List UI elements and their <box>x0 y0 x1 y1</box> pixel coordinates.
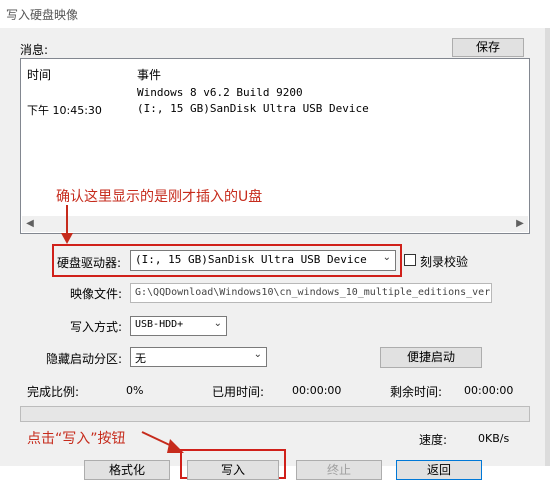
image-file-label: 映像文件: <box>70 287 123 301</box>
drive-label: 硬盘驱动器: <box>57 256 122 270</box>
column-header-event: 事件 <box>137 68 162 82</box>
window-title: 写入硬盘映像 <box>6 8 79 22</box>
arrow-down-icon <box>61 205 73 244</box>
elapsed-label: 已用时间: <box>212 385 265 399</box>
write-button[interactable]: 写入 <box>187 460 279 480</box>
ratio-value: 0% <box>126 384 144 397</box>
elapsed-value: 00:00:00 <box>292 384 342 397</box>
remaining-value: 00:00:00 <box>464 384 514 397</box>
back-button[interactable]: 返回 <box>396 460 482 480</box>
message-log[interactable]: 时间 事件 Windows 8 v6.2 Build 9200 下午 10:45… <box>20 58 530 234</box>
annotation-click-write: 点击“写入”按钮 <box>27 431 126 447</box>
scroll-right-icon[interactable]: ▶ <box>512 216 528 232</box>
chevron-down-icon: ⌄ <box>213 318 222 329</box>
write-disk-image-dialog: 写入硬盘映像 消息: 保存 时间 事件 Windows 8 v6.2 Build… <box>0 0 550 480</box>
save-button[interactable]: 保存 <box>452 38 524 57</box>
hidden-partition-label: 隐藏启动分区: <box>46 352 123 366</box>
chevron-down-icon: ⌄ <box>253 349 262 360</box>
format-button[interactable]: 格式化 <box>84 460 170 480</box>
right-edge-scrollbar <box>545 28 550 466</box>
log-row-event: (I:, 15 GB)SanDisk Ultra USB Device <box>137 102 369 115</box>
verify-checkbox[interactable] <box>404 254 416 266</box>
progress-bar <box>20 406 530 422</box>
drive-select[interactable]: (I:, 15 GB)SanDisk Ultra USB Device ⌄ <box>130 250 396 271</box>
speed-value: 0KB/s <box>478 432 510 445</box>
write-mode-select[interactable]: USB-HDD+ ⌄ <box>130 316 227 336</box>
column-header-time: 时间 <box>27 68 52 82</box>
image-file-field[interactable]: G:\QQDownload\Windows10\cn_windows_10_mu… <box>130 283 492 303</box>
title-bar: 写入硬盘映像 <box>0 0 550 28</box>
write-mode-label: 写入方式: <box>70 320 123 334</box>
message-label: 消息: <box>20 43 49 57</box>
terminate-button[interactable]: 终止 <box>296 460 382 480</box>
verify-label: 刻录校验 <box>420 255 469 269</box>
ratio-label: 完成比例: <box>27 385 80 399</box>
log-row-event: Windows 8 v6.2 Build 9200 <box>137 86 303 99</box>
scroll-left-icon[interactable]: ◀ <box>22 216 38 232</box>
horizontal-scrollbar[interactable]: ◀ ▶ <box>22 216 528 232</box>
hidden-partition-value: 无 <box>135 352 146 365</box>
log-row-time: 下午 10:45:30 <box>27 104 102 117</box>
hidden-partition-select[interactable]: 无 ⌄ <box>130 347 267 367</box>
drive-select-value: (I:, 15 GB)SanDisk Ultra USB Device <box>135 253 367 266</box>
chevron-down-icon: ⌄ <box>382 252 391 263</box>
annotation-confirm-drive: 确认这里显示的是刚才插入的U盘 <box>56 189 263 205</box>
quick-boot-button[interactable]: 便捷启动 <box>380 347 482 368</box>
speed-label: 速度: <box>419 433 448 447</box>
remaining-label: 剩余时间: <box>390 385 443 399</box>
write-mode-value: USB-HDD+ <box>135 319 184 330</box>
